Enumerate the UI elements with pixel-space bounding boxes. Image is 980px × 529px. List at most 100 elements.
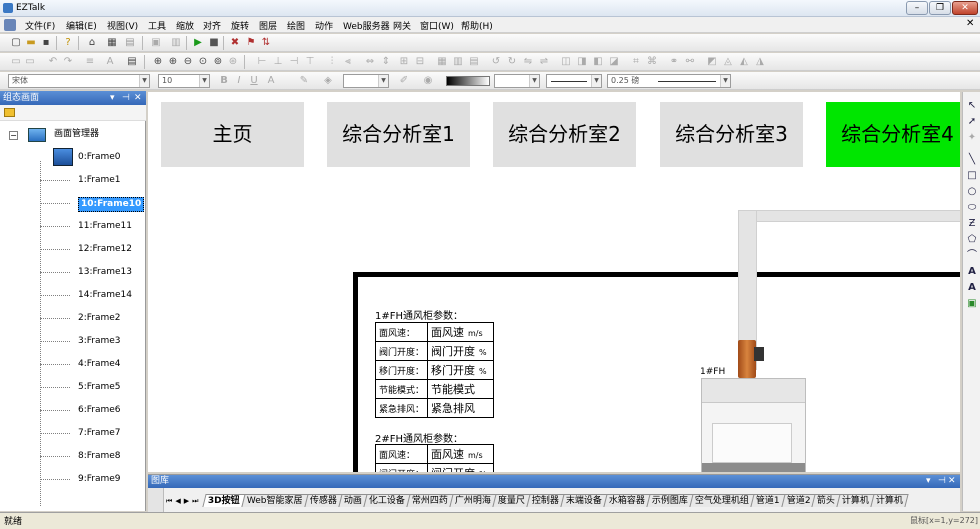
- mdi-close-button[interactable]: ✕: [966, 18, 974, 29]
- image-tool-icon[interactable]: ▣: [966, 298, 978, 310]
- rich-text-tool-icon[interactable]: A: [966, 282, 978, 294]
- library-tab[interactable]: 化工设备: [363, 494, 411, 507]
- italic-icon[interactable]: I: [233, 75, 245, 87]
- library-tab[interactable]: 计算机: [870, 494, 910, 507]
- collapse-toggle-icon[interactable]: −: [9, 131, 18, 140]
- new-file-icon[interactable]: ▢: [10, 37, 22, 49]
- save-icon[interactable]: ▪: [40, 37, 52, 49]
- maximize-button[interactable]: ❐: [929, 1, 951, 15]
- zoom-out-icon[interactable]: ⊖: [182, 56, 194, 68]
- design-canvas[interactable]: 主页 综合分析室1 综合分析室2 综合分析室3 综合分析室4 1#FH通风柜参数： 面风…: [148, 92, 960, 472]
- tree-item-frame[interactable]: 9:Frame9: [78, 473, 121, 486]
- fume-hood-graphic[interactable]: [701, 378, 806, 472]
- rotate-right-icon[interactable]: ↻: [506, 56, 518, 68]
- flip-v-icon[interactable]: ⇌: [538, 56, 550, 68]
- menu-align[interactable]: 对齐: [203, 19, 221, 32]
- library-tab[interactable]: 度量尺: [492, 494, 531, 507]
- cut-icon[interactable]: ▭: [10, 56, 22, 68]
- stop-icon[interactable]: ■: [208, 37, 220, 49]
- line-tool-icon[interactable]: ╲: [966, 154, 978, 166]
- menu-action[interactable]: 动作: [315, 19, 333, 32]
- format-icon[interactable]: ◭: [738, 56, 750, 68]
- gradient-swatch[interactable]: [446, 76, 490, 86]
- align-top-icon[interactable]: ⊤: [304, 56, 316, 68]
- bind-icon[interactable]: ⚭: [668, 56, 680, 68]
- style-icon[interactable]: ◩: [706, 56, 718, 68]
- open-folder-icon[interactable]: ▬: [25, 37, 37, 49]
- zoom-window-icon[interactable]: ⊙: [197, 56, 209, 68]
- link-icon[interactable]: ⚯: [684, 56, 696, 68]
- layer-icon[interactable]: ◫: [560, 56, 572, 68]
- color-select[interactable]: ▼: [343, 74, 389, 88]
- menu-rotate[interactable]: 旋转: [231, 19, 249, 32]
- copy-icon[interactable]: ▭: [24, 56, 36, 68]
- library-tab[interactable]: Web智能家居: [241, 494, 309, 507]
- fill-icon[interactable]: ◈: [322, 75, 334, 87]
- menu-window[interactable]: 窗口(W): [420, 19, 454, 32]
- polyline-tool-icon[interactable]: Ƶ: [966, 218, 978, 230]
- lock-icon[interactable]: ◪: [608, 56, 620, 68]
- nav-button[interactable]: 主页: [161, 102, 304, 167]
- font-size-select[interactable]: 10 ▼: [158, 74, 210, 88]
- grid-icon[interactable]: ▦: [106, 37, 118, 49]
- same-width-icon[interactable]: ⇔: [364, 56, 376, 68]
- brush-icon[interactable]: ◬: [722, 56, 734, 68]
- tree-item-frame[interactable]: 3:Frame3: [78, 335, 121, 348]
- help-icon[interactable]: ?: [62, 37, 74, 49]
- redo-icon[interactable]: ↷: [62, 56, 74, 68]
- menu-gateway[interactable]: 网关: [393, 19, 411, 32]
- align-center-icon[interactable]: ⊥: [272, 56, 284, 68]
- menu-layer[interactable]: 图层: [259, 19, 277, 32]
- build-icon[interactable]: ⚑: [245, 37, 257, 49]
- line-style-select[interactable]: ▼: [546, 74, 602, 88]
- paste-icon[interactable]: ▥: [170, 37, 182, 49]
- rectangle-tool-icon[interactable]: □: [966, 170, 978, 182]
- group-icon[interactable]: ⊟: [414, 56, 426, 68]
- zoom-prev-icon[interactable]: ⊛: [227, 56, 239, 68]
- library-tab[interactable]: 空气处理机组: [689, 494, 755, 507]
- document-icon[interactable]: [4, 19, 16, 31]
- select-arrow-icon[interactable]: ↖: [966, 100, 978, 112]
- menu-draw[interactable]: 绘图: [287, 19, 305, 32]
- pen-icon[interactable]: ✎: [298, 75, 310, 87]
- arc-tool-icon[interactable]: ⌒: [966, 250, 978, 262]
- font-color-icon[interactable]: A: [265, 75, 277, 87]
- ellipse-tool-icon[interactable]: ⬭: [966, 202, 978, 214]
- circle-tool-icon[interactable]: ○: [966, 186, 978, 198]
- zoom-actual-icon[interactable]: ⊚: [212, 56, 224, 68]
- library-tab[interactable]: 水箱容器: [603, 494, 651, 507]
- layer-down-icon[interactable]: ◧: [592, 56, 604, 68]
- library-tab[interactable]: 广州明海: [449, 494, 497, 507]
- library-tab[interactable]: 常州四药: [406, 494, 454, 507]
- polygon-tool-icon[interactable]: ⬠: [966, 234, 978, 246]
- nav-button[interactable]: 综合分析室1: [327, 102, 470, 167]
- tab-nav-first[interactable]: ⏮: [166, 497, 172, 505]
- rotate-left-icon[interactable]: ↺: [490, 56, 502, 68]
- tree-item-frame[interactable]: 1:Frame1: [78, 174, 121, 187]
- menu-file[interactable]: 文件(F): [25, 19, 55, 32]
- library-tab[interactable]: 示例图库: [646, 494, 694, 507]
- copy-icon[interactable]: ▣: [150, 37, 162, 49]
- properties-icon[interactable]: ▤: [126, 56, 138, 68]
- panel-pin-icon[interactable]: ⊣: [938, 475, 946, 488]
- tree-item-frame[interactable]: 7:Frame7: [78, 427, 121, 440]
- underline-icon[interactable]: U: [248, 75, 260, 87]
- run-icon[interactable]: ▶: [192, 37, 204, 49]
- tree-item-frame[interactable]: 2:Frame2: [78, 312, 121, 325]
- line-color-icon[interactable]: ✐: [398, 75, 410, 87]
- flip-h-icon[interactable]: ⇋: [522, 56, 534, 68]
- nav-button[interactable]: 综合分析室3: [660, 102, 803, 167]
- align-left-icon[interactable]: ⊢: [256, 56, 268, 68]
- tree-item-frame[interactable]: 11:Frame11: [78, 220, 132, 233]
- tree-item-frame[interactable]: 10:Frame10: [78, 197, 145, 212]
- deploy-icon[interactable]: ⇅: [260, 37, 272, 49]
- align-icon[interactable]: ≡: [84, 56, 96, 68]
- tools-icon[interactable]: ✖: [229, 37, 241, 49]
- text-icon[interactable]: A: [104, 56, 116, 68]
- bold-icon[interactable]: B: [218, 75, 230, 87]
- font-name-select[interactable]: 宋体 ▼: [8, 74, 150, 88]
- tree-root-screen-manager[interactable]: 画面管理器: [54, 128, 99, 141]
- menu-web-server[interactable]: Web服务器: [343, 19, 390, 32]
- minimize-button[interactable]: –: [906, 1, 928, 15]
- library-close-icon[interactable]: ✕: [948, 475, 956, 488]
